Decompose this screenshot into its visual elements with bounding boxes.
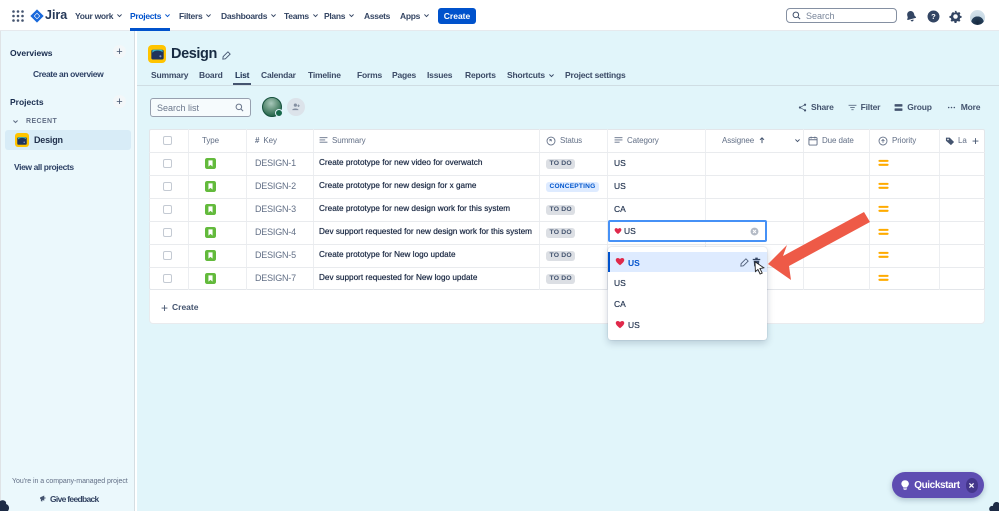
svg-text:?: ? <box>931 12 936 21</box>
